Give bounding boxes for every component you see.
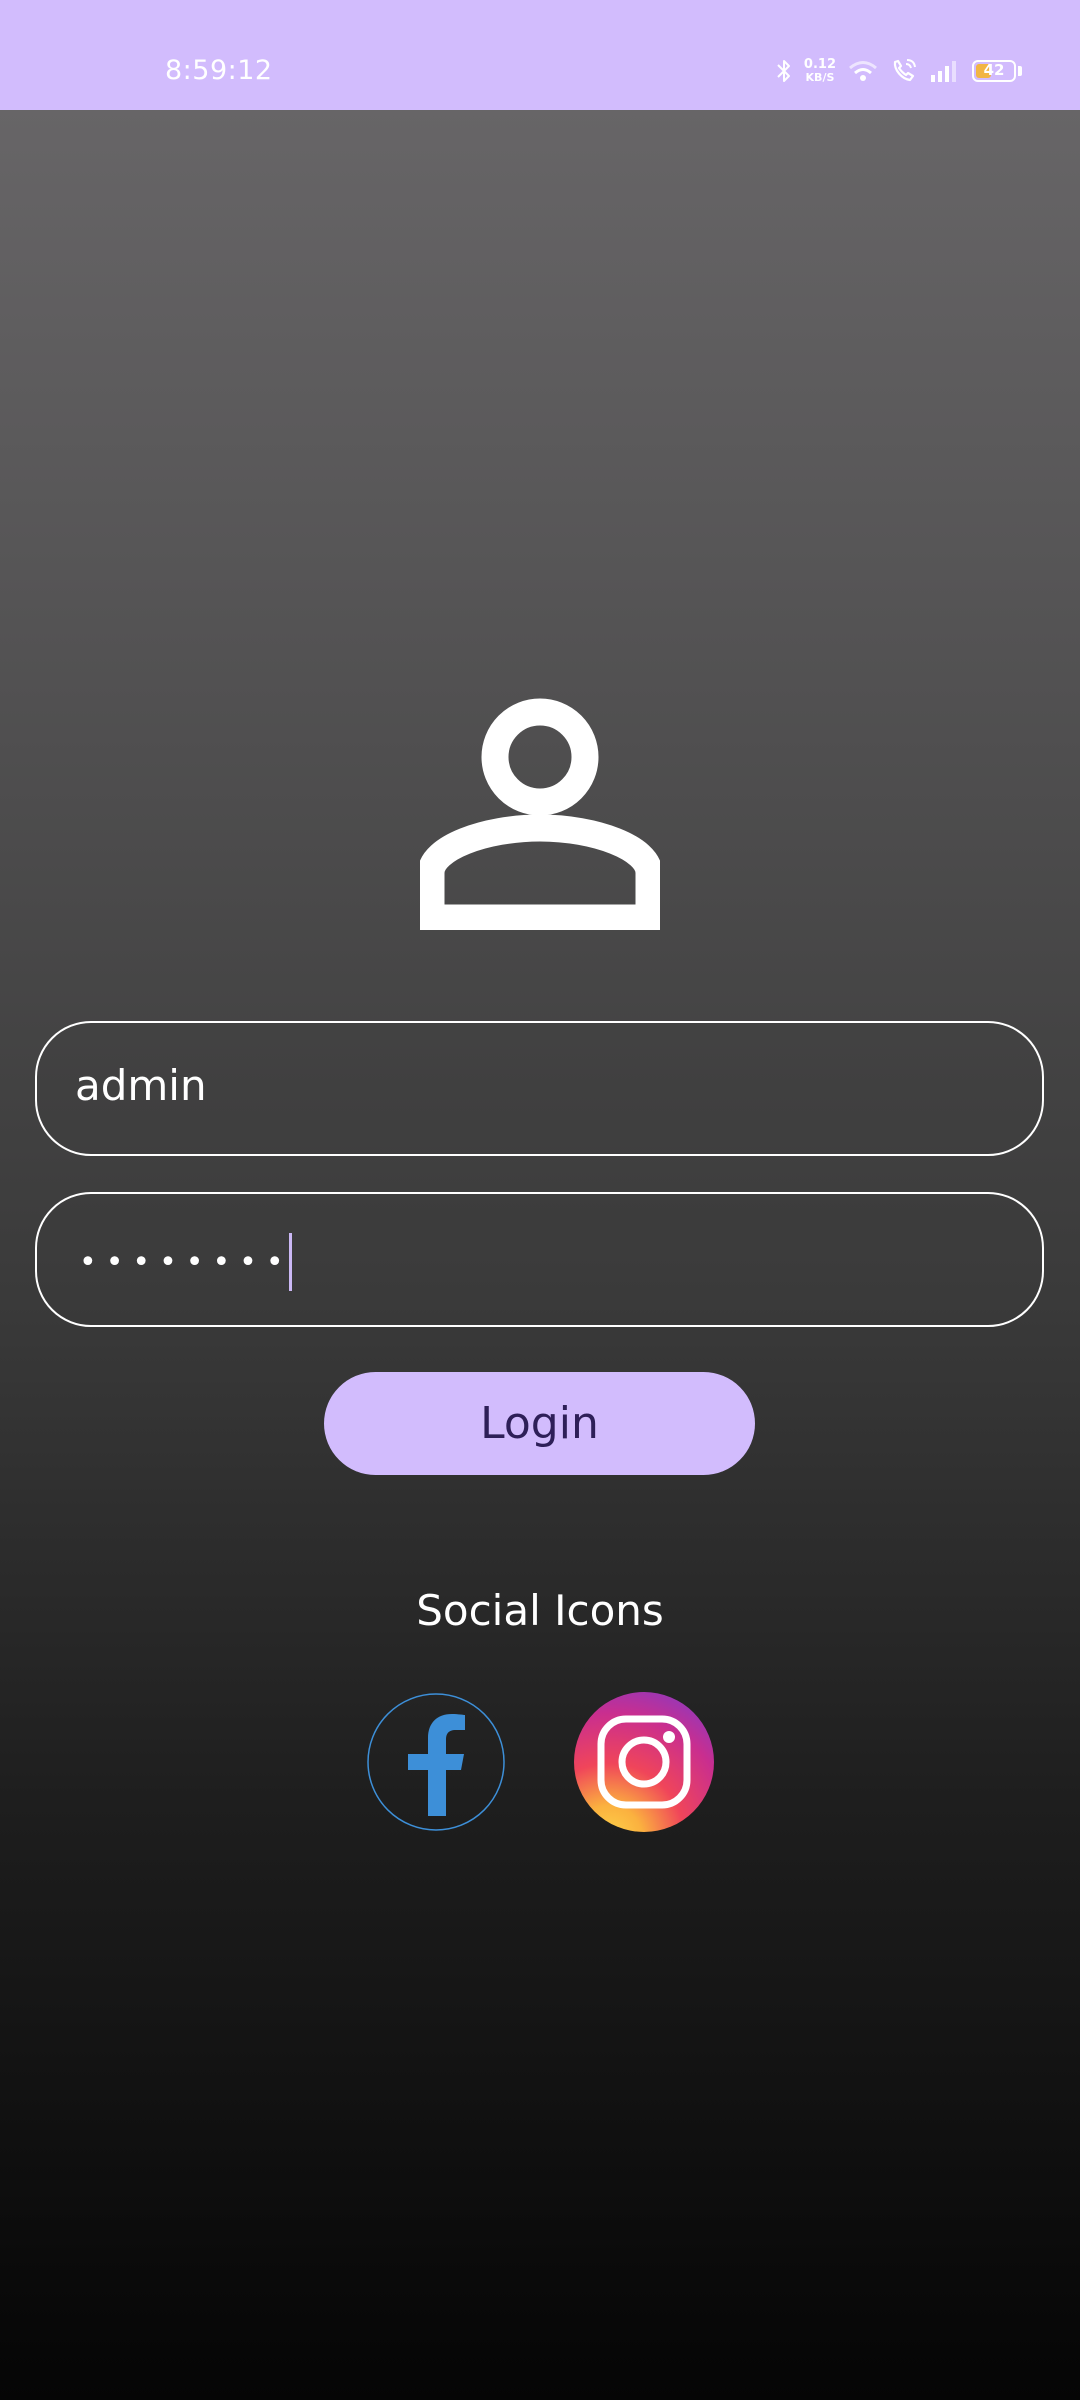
password-field[interactable]: •••••••• [35,1192,1044,1327]
instagram-icon[interactable] [574,1692,714,1832]
username-field[interactable]: admin [35,1021,1044,1156]
bluetooth-icon [777,60,790,82]
username-value: admin [75,1061,207,1110]
network-speed-unit: KB/S [805,71,835,84]
network-speed: 0.12 KB/S [804,58,836,84]
wifi-icon [849,61,877,81]
signal-icon [931,61,956,82]
status-icons: 0.12 KB/S 42 [776,54,1022,88]
facebook-icon[interactable] [366,1692,506,1832]
password-value: •••••••• [79,1244,293,1280]
password-value-wrap: •••••••• [79,1232,292,1292]
text-cursor [288,1233,292,1291]
network-speed-value: 0.12 [803,57,836,72]
battery-icon: 42 [972,60,1016,82]
battery-tip [1018,66,1022,76]
social-icons-title: Social Icons [416,1586,664,1635]
status-bar: 8:59:12 0.12 KB/S 42 [0,0,1080,110]
login-button[interactable]: Login [324,1372,755,1475]
status-time: 8:59:12 [165,55,273,86]
user-icon [420,698,660,930]
battery-level: 42 [983,61,1005,79]
wifi-calling-icon [893,59,916,82]
